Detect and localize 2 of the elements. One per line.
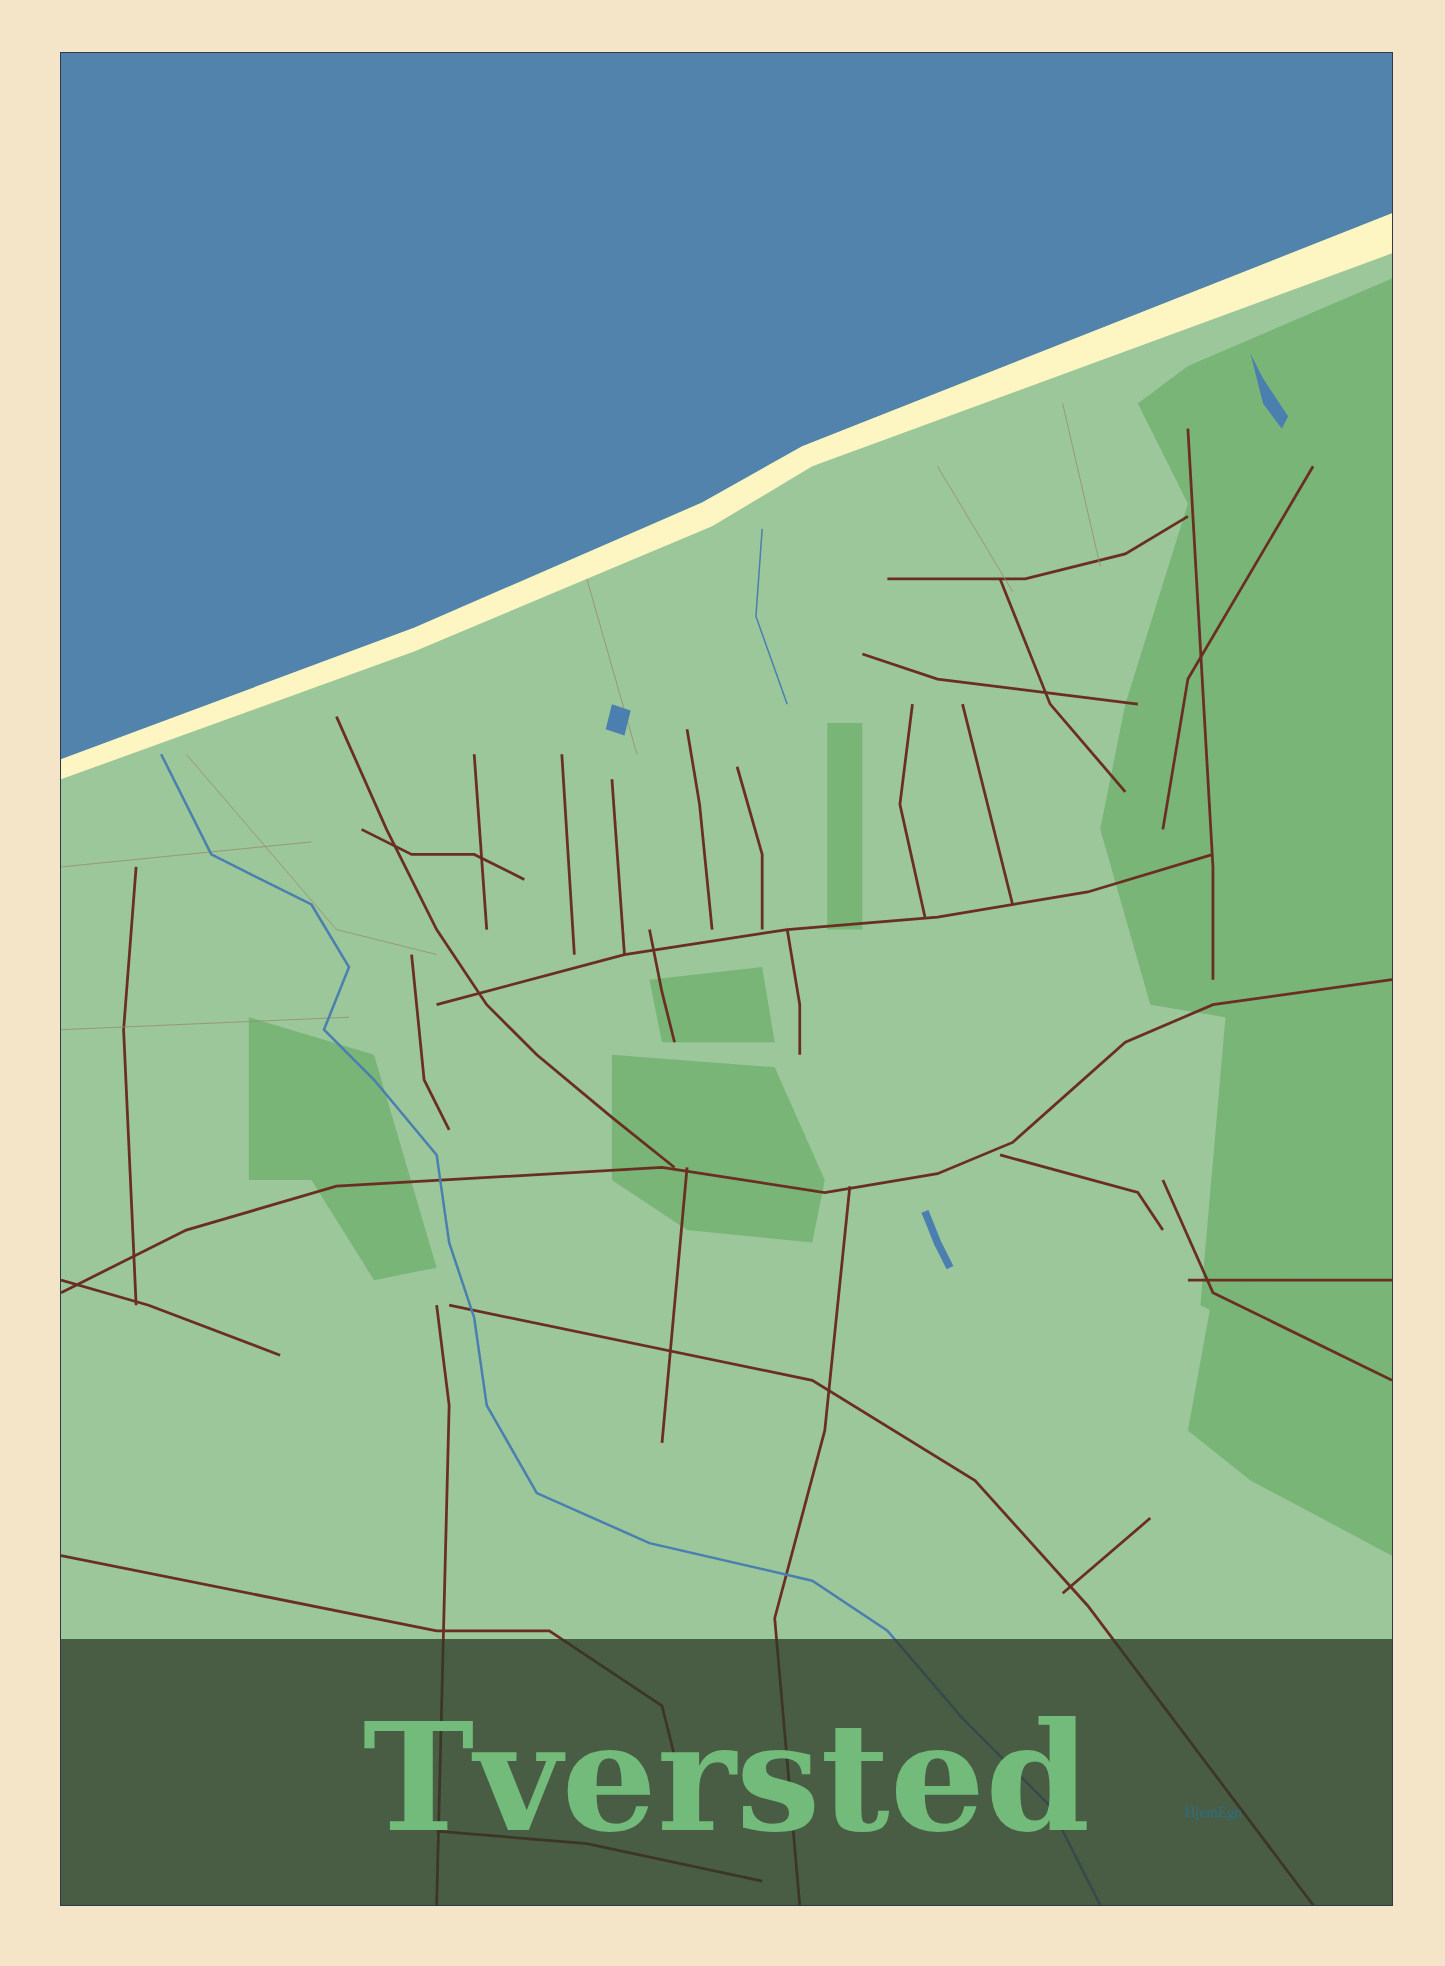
poster-title: Tversted	[362, 1702, 1091, 1852]
brand-logo: HjemEgn	[1184, 1802, 1242, 1822]
